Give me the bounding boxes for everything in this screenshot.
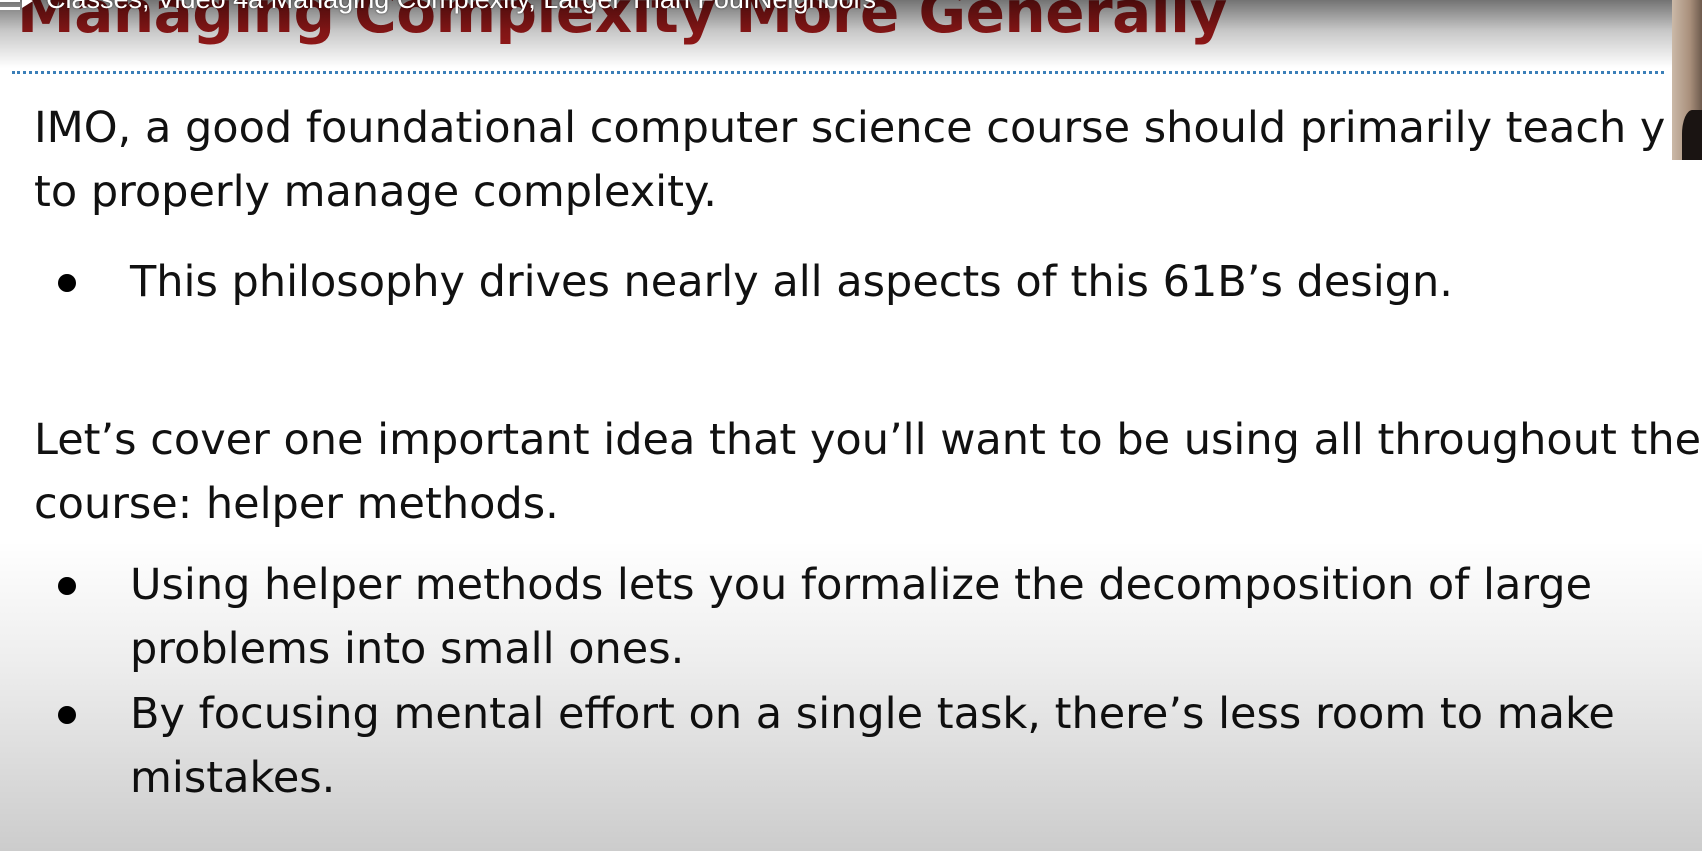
bullet-3-line-1: By focusing mental effort on a single ta… xyxy=(130,689,1615,739)
bullet-dot-icon xyxy=(58,274,76,292)
title-divider xyxy=(12,71,1664,74)
bullet-2-line-2: problems into small ones. xyxy=(130,624,685,674)
paragraph-1-line-1: IMO, a good foundational computer scienc… xyxy=(34,103,1666,153)
video-title-overlay[interactable]: Classes, Video 4a Managing Complexity, L… xyxy=(0,0,876,15)
bullet-2-line-1: Using helper methods lets you formalize … xyxy=(130,560,1593,610)
presenter-webcam xyxy=(1672,0,1702,160)
bullet-3-line-2: mistakes. xyxy=(130,753,336,803)
video-title-text[interactable]: Classes, Video 4a Managing Complexity, L… xyxy=(46,0,876,15)
video-frame[interactable]: Managing Complexity More Generally IMO, … xyxy=(0,0,1702,851)
playlist-play-icon[interactable] xyxy=(0,0,36,15)
paragraph-1-line-2: to properly manage complexity. xyxy=(34,167,717,217)
bullet-1-text: This philosophy drives nearly all aspect… xyxy=(130,257,1453,307)
paragraph-2-line-1: Let’s cover one important idea that you’… xyxy=(34,415,1702,465)
bullet-dot-icon xyxy=(58,577,76,595)
paragraph-2-line-2: course: helper methods. xyxy=(34,479,559,529)
bullet-dot-icon xyxy=(58,706,76,724)
